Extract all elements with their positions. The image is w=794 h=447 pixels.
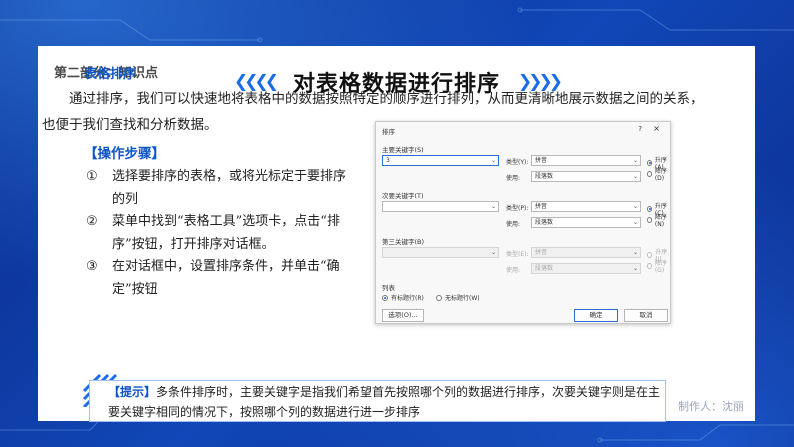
- tertiary-desc-radio[interactable]: 降序(G): [647, 258, 670, 274]
- tertiary-key-select[interactable]: ⌄: [382, 247, 499, 258]
- tip-badge: 【提示】: [108, 385, 157, 399]
- tertiary-use-value: 段落数: [535, 265, 554, 272]
- secondary-use-select[interactable]: 段落数 ⌄: [531, 217, 641, 228]
- tertiary-type-select[interactable]: 拼音 ⌄: [531, 247, 641, 258]
- primary-use-select[interactable]: 段落数 ⌄: [531, 171, 641, 182]
- subhead: 表格排序: [84, 67, 137, 82]
- radio-on-icon: [382, 294, 388, 301]
- chevron-down-icon: ⌄: [632, 203, 638, 210]
- step-number: ②: [86, 214, 98, 229]
- step-text: 在对话框中，设置排序条件，并单击“确定”按钮: [112, 259, 340, 297]
- steps-title: 【操作步骤】: [84, 146, 165, 162]
- radio-off-icon: [647, 171, 652, 177]
- cancel-button[interactable]: 取消: [624, 309, 668, 322]
- no-header-radio[interactable]: 无标题行(W): [436, 293, 480, 302]
- chevron-down-icon: ⌄: [632, 265, 638, 272]
- chevron-down-icon: ⌄: [632, 157, 638, 164]
- use-label: 使用:: [506, 175, 521, 182]
- chevron-down-icon: ⌄: [632, 173, 638, 180]
- step-number: ①: [86, 169, 98, 184]
- primary-key-value: 3: [386, 157, 390, 164]
- radio-off-icon: [436, 294, 442, 301]
- secondary-desc-radio[interactable]: 降序(N): [647, 212, 670, 228]
- tertiary-use-select[interactable]: 段落数 ⌄: [531, 263, 641, 274]
- list-label: 列表: [382, 284, 395, 292]
- primary-desc-radio[interactable]: 降序(D): [647, 166, 670, 182]
- secondary-key-select[interactable]: ⌄: [382, 201, 499, 212]
- use-label: 使用:: [506, 221, 521, 228]
- radio-label: 有标题行(R): [391, 295, 424, 302]
- secondary-key-label: 次要关键字(T): [382, 192, 424, 200]
- chevron-down-icon: ⌄: [632, 219, 638, 226]
- author-credit: 制作人：沈丽: [678, 400, 744, 413]
- primary-use-value: 段落数: [535, 173, 554, 180]
- list-item: ① 选择要排序的表格，或将光标定于要排序的列: [86, 166, 356, 211]
- step-text: 选择要排序的表格，或将光标定于要排序的列: [112, 169, 347, 207]
- list-item: ③ 在对话框中，设置排序条件，并单击“确定”按钮: [86, 256, 356, 301]
- tip-box: 【提示】多条件排序时，主要关键字是指我们希望首先按照哪个列的数据进行排序，次要关…: [89, 380, 666, 422]
- close-icon[interactable]: ×: [653, 124, 660, 133]
- radio-label: 无标题行(W): [445, 295, 480, 302]
- has-header-radio[interactable]: 有标题行(R): [382, 293, 424, 302]
- primary-type-select[interactable]: 拼音 ⌄: [531, 155, 641, 166]
- radio-label: 降序(N): [654, 214, 667, 228]
- list-item: ② 菜单中找到“表格工具”选项卡，点击“排序”按钮，打开排序对话框。: [86, 211, 356, 256]
- tip-text: 多条件排序时，主要关键字是指我们希望首先按照哪个列的数据进行排序，次要关键字则是…: [108, 385, 661, 419]
- secondary-type-select[interactable]: 拼音 ⌄: [531, 201, 641, 212]
- chevron-down-icon: ⌄: [490, 249, 496, 256]
- radio-label: 降序(G): [654, 260, 667, 274]
- primary-type-value: 拼音: [535, 157, 548, 164]
- steps-list: ① 选择要排序的表格，或将光标定于要排序的列 ② 菜单中找到“表格工具”选项卡，…: [86, 166, 356, 301]
- dialog-title: 排序: [382, 128, 395, 136]
- help-icon[interactable]: ?: [638, 125, 642, 133]
- chevron-down-icon: ⌄: [490, 203, 496, 210]
- type-label: 类型(Y):: [506, 159, 529, 166]
- step-text: 菜单中找到“表格工具”选项卡，点击“排序”按钮，打开排序对话框。: [112, 214, 340, 252]
- tertiary-type-value: 拼音: [535, 249, 548, 256]
- radio-label: 降序(D): [654, 168, 667, 182]
- secondary-use-value: 段落数: [535, 219, 554, 226]
- sort-dialog: 排序 ? × 主要关键字(S) 3 ⌄ 类型(Y): 拼音 ⌄ 使用: 段落数 ⌄ 升…: [375, 121, 671, 324]
- tertiary-key-label: 第三关键字(B): [382, 238, 425, 246]
- secondary-type-value: 拼音: [535, 203, 548, 210]
- radio-off-icon: [647, 263, 652, 269]
- type-label: 类型(E):: [506, 251, 529, 258]
- radio-off-icon: [647, 217, 652, 223]
- chevron-down-icon: ⌄: [632, 249, 638, 256]
- use-label: 使用:: [506, 267, 521, 274]
- chevron-down-icon: ⌄: [490, 157, 496, 164]
- ok-button[interactable]: 确定: [574, 309, 618, 322]
- options-button[interactable]: 选项(O)...: [382, 309, 424, 322]
- step-number: ③: [86, 259, 98, 274]
- primary-key-select[interactable]: 3 ⌄: [382, 155, 499, 166]
- primary-key-label: 主要关键字(S): [382, 146, 424, 154]
- type-label: 类型(P):: [506, 205, 529, 212]
